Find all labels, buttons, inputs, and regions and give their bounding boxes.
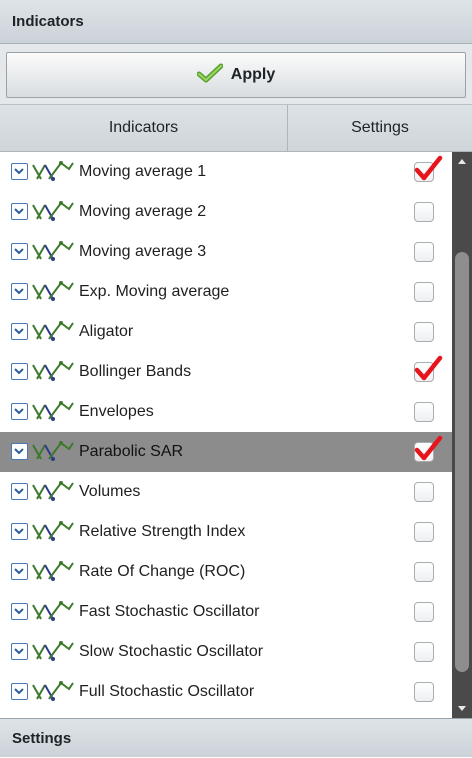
indicator-checkbox[interactable] xyxy=(414,402,434,422)
indicator-row[interactable]: Relative Strength Index xyxy=(0,512,452,552)
indicator-chart-icon xyxy=(31,239,75,270)
chevron-down-icon[interactable] xyxy=(11,163,28,180)
indicator-checkbox[interactable] xyxy=(414,155,443,182)
chevron-down-icon[interactable] xyxy=(11,643,28,660)
indicator-row[interactable]: Bollinger Bands xyxy=(0,352,452,392)
indicator-checkbox[interactable] xyxy=(414,562,434,582)
column-header: Indicators Settings xyxy=(0,104,472,152)
indicator-chart-icon xyxy=(31,479,75,510)
indicator-checkbox[interactable] xyxy=(414,642,434,662)
indicator-checkbox[interactable] xyxy=(414,602,434,622)
indicator-chart-icon xyxy=(31,399,75,430)
column-header-settings[interactable]: Settings xyxy=(288,105,472,151)
checkmark-icon xyxy=(413,434,443,469)
apply-bar: Apply xyxy=(0,44,472,104)
scroll-down-arrow-icon[interactable] xyxy=(454,700,470,716)
indicator-chart-icon xyxy=(31,359,75,390)
chevron-down-icon[interactable] xyxy=(11,403,28,420)
indicator-row[interactable]: Moving average 1 xyxy=(0,152,452,192)
indicator-label: Aligator xyxy=(79,323,134,340)
indicator-label: Relative Strength Index xyxy=(79,523,246,540)
chevron-down-icon[interactable] xyxy=(11,203,28,220)
indicators-panel: Indicators Apply Indicators Settings Mov… xyxy=(0,0,472,757)
indicator-checkbox[interactable] xyxy=(414,682,434,702)
indicator-checkbox[interactable] xyxy=(414,355,443,382)
indicator-checkbox[interactable] xyxy=(414,202,434,222)
indicator-chart-icon xyxy=(31,559,75,590)
indicator-label: Parabolic SAR xyxy=(79,443,184,460)
chevron-down-icon[interactable] xyxy=(11,683,28,700)
indicator-chart-icon xyxy=(31,639,75,670)
indicator-checkbox[interactable] xyxy=(414,522,434,542)
chevron-down-icon[interactable] xyxy=(11,483,28,500)
indicator-chart-icon xyxy=(31,279,75,310)
indicator-checkbox[interactable] xyxy=(414,435,443,462)
indicator-checkbox[interactable] xyxy=(414,322,434,342)
indicator-row[interactable]: Rate Of Change (ROC) xyxy=(0,552,452,592)
scroll-up-arrow-icon[interactable] xyxy=(454,154,470,170)
chevron-down-icon[interactable] xyxy=(11,603,28,620)
checkmark-icon xyxy=(196,63,224,88)
checkmark-icon xyxy=(413,154,443,189)
indicator-checkbox[interactable] xyxy=(414,242,434,262)
chevron-down-icon[interactable] xyxy=(11,363,28,380)
indicator-checkbox[interactable] xyxy=(414,482,434,502)
chevron-down-icon[interactable] xyxy=(11,243,28,260)
indicator-row[interactable]: Volumes xyxy=(0,472,452,512)
scroll-thumb[interactable] xyxy=(455,252,469,672)
indicator-chart-icon xyxy=(31,519,75,550)
indicator-chart-icon xyxy=(31,159,75,190)
indicator-label: Moving average 3 xyxy=(79,243,207,260)
panel-title: Indicators xyxy=(0,0,472,44)
indicator-row[interactable]: Parabolic SAR xyxy=(0,432,452,472)
indicator-chart-icon xyxy=(31,679,75,710)
indicator-chart-icon xyxy=(31,319,75,350)
indicator-list: Moving average 1 Moving average 2 Moving a… xyxy=(0,152,452,718)
chevron-down-icon[interactable] xyxy=(11,443,28,460)
indicator-row[interactable]: Exp. Moving average xyxy=(0,272,452,312)
indicator-chart-icon xyxy=(31,199,75,230)
scrollbar[interactable] xyxy=(452,152,472,718)
indicator-label: Moving average 1 xyxy=(79,163,207,180)
indicator-label: Fast Stochastic Oscillator xyxy=(79,603,260,620)
indicator-row[interactable]: Full Stochastic Oscillator xyxy=(0,672,452,712)
indicator-checkbox[interactable] xyxy=(414,282,434,302)
indicator-row[interactable]: Moving average 2 xyxy=(0,192,452,232)
indicator-row[interactable]: Aligator xyxy=(0,312,452,352)
apply-label: Apply xyxy=(230,66,276,83)
indicator-label: Volumes xyxy=(79,483,141,500)
indicator-label: Rate Of Change (ROC) xyxy=(79,563,246,580)
indicator-label: Bollinger Bands xyxy=(79,363,192,380)
indicator-label: Exp. Moving average xyxy=(79,283,230,300)
indicator-label: Moving average 2 xyxy=(79,203,207,220)
chevron-down-icon[interactable] xyxy=(11,523,28,540)
chevron-down-icon[interactable] xyxy=(11,323,28,340)
indicator-label: Full Stochastic Oscillator xyxy=(79,683,255,700)
checkmark-icon xyxy=(413,354,443,389)
column-header-indicators[interactable]: Indicators xyxy=(0,105,288,151)
indicator-row[interactable]: Moving average 3 xyxy=(0,232,452,272)
indicator-chart-icon xyxy=(31,439,75,470)
chevron-down-icon[interactable] xyxy=(11,563,28,580)
indicator-label: Envelopes xyxy=(79,403,154,420)
settings-footer[interactable]: Settings xyxy=(0,718,472,757)
indicator-label: Slow Stochastic Oscillator xyxy=(79,643,264,660)
indicator-chart-icon xyxy=(31,599,75,630)
chevron-down-icon[interactable] xyxy=(11,283,28,300)
indicator-row[interactable]: Fast Stochastic Oscillator xyxy=(0,592,452,632)
indicator-row[interactable]: Envelopes xyxy=(0,392,452,432)
indicator-row[interactable]: Slow Stochastic Oscillator xyxy=(0,632,452,672)
apply-button[interactable]: Apply xyxy=(6,52,466,98)
